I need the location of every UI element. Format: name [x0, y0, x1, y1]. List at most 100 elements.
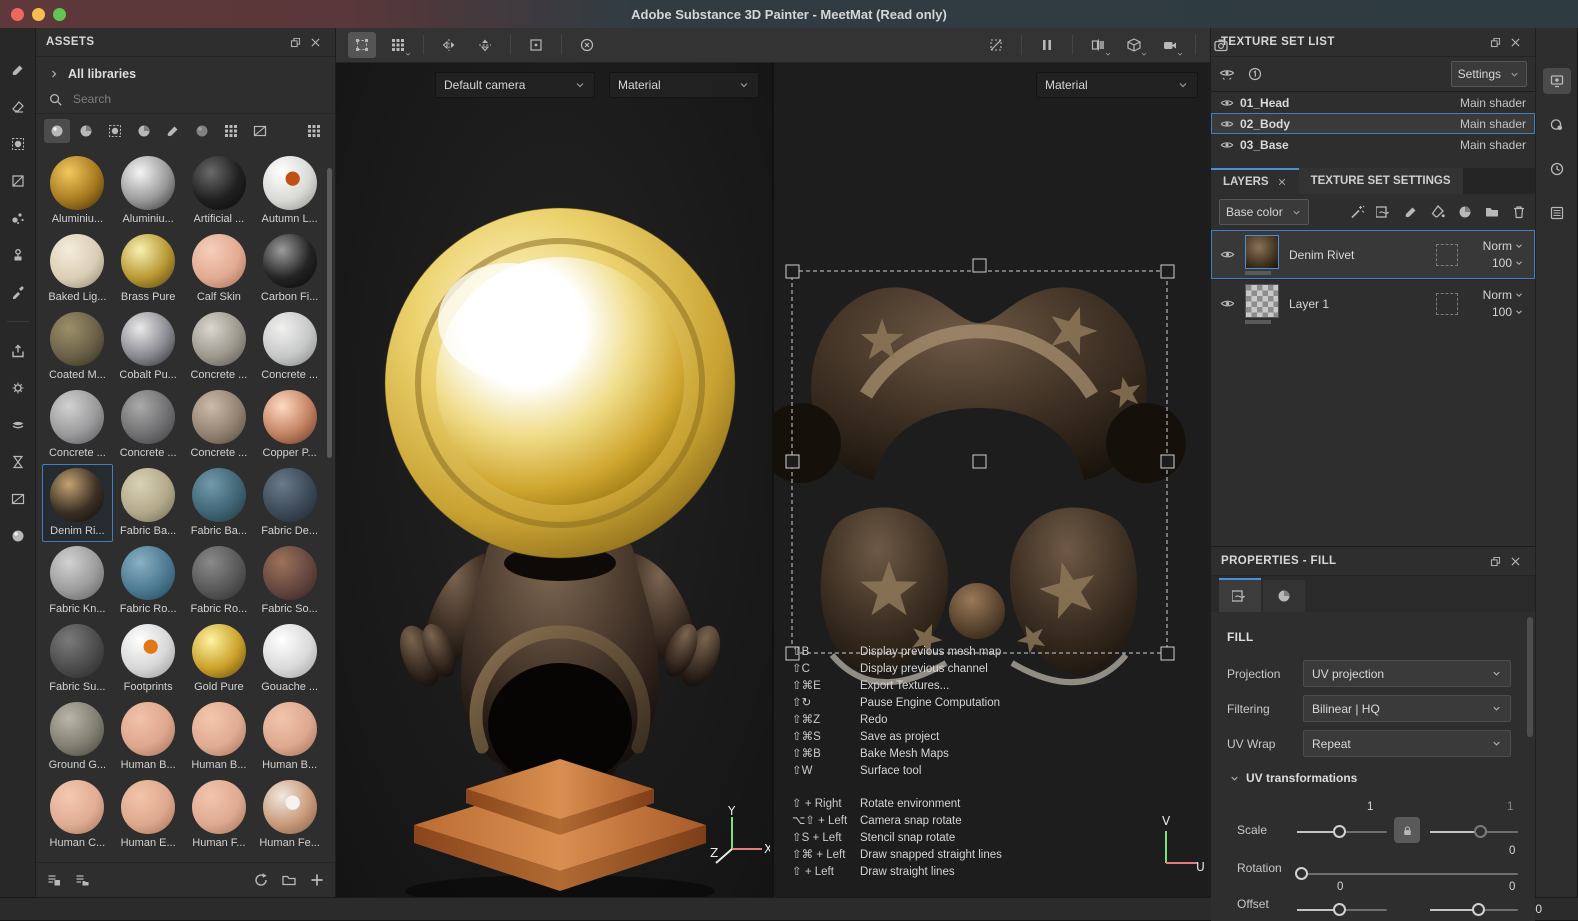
symmetry-vertical-icon[interactable] — [471, 32, 499, 58]
add-effect-icon[interactable] — [1349, 204, 1365, 220]
material-item[interactable]: Gouache ... — [254, 620, 325, 698]
layer-row[interactable]: Denim Rivet Norm 100 — [1211, 230, 1535, 279]
material-item[interactable]: Fabric De... — [254, 464, 325, 542]
close-panel-icon[interactable] — [1505, 551, 1525, 571]
material-item[interactable]: Carbon Fi... — [254, 230, 325, 308]
material-item[interactable]: Human C... — [42, 776, 113, 854]
filter-smart-masks-icon[interactable] — [102, 119, 128, 143]
layer-thumbnail[interactable] — [1245, 234, 1279, 269]
log-icon[interactable] — [1543, 200, 1571, 226]
add-fill-layer-icon[interactable] — [1376, 204, 1392, 220]
material-item[interactable]: Human B... — [184, 698, 255, 776]
toggle-all-visibility-icon[interactable] — [1219, 66, 1235, 82]
bake-pending-icon[interactable] — [5, 450, 31, 474]
add-paint-layer-icon[interactable] — [1403, 204, 1419, 220]
scale-lock-button[interactable] — [1394, 817, 1420, 843]
material-item[interactable]: Human F... — [184, 776, 255, 854]
viewport-2d[interactable]: Material ⇧B Display previous mesh map ⇧C… — [774, 63, 1210, 897]
material-item[interactable]: Fabric Ro... — [184, 542, 255, 620]
filter-materials-icon[interactable] — [44, 119, 70, 143]
channel-select[interactable]: Base color — [1219, 199, 1309, 225]
delete-layer-icon[interactable] — [1511, 204, 1527, 220]
add-mask-icon[interactable] — [1430, 204, 1446, 220]
history-icon[interactable] — [1543, 156, 1571, 182]
material-item[interactable]: Fabric Su... — [42, 620, 113, 698]
settings-gear-icon[interactable] — [5, 376, 31, 400]
filter-filters-icon[interactable] — [131, 119, 157, 143]
export-resources-icon[interactable] — [74, 872, 90, 888]
material-item[interactable]: Gold Pure — [184, 620, 255, 698]
uv-tile-mode-icon[interactable] — [384, 32, 412, 58]
reset-view-icon[interactable] — [573, 32, 601, 58]
projection-select[interactable]: UV projection — [1303, 660, 1511, 687]
material-item[interactable]: Human Fe... — [254, 776, 325, 854]
filter-alphas-icon[interactable] — [189, 119, 215, 143]
material-item[interactable]: Concrete ... — [254, 308, 325, 386]
filter-brushes-icon[interactable] — [160, 119, 186, 143]
offset-slider-u[interactable] — [1297, 903, 1387, 916]
add-smart-material-icon[interactable] — [1457, 204, 1473, 220]
paint-tool-icon[interactable] — [5, 58, 31, 82]
float-panel-icon[interactable] — [285, 32, 305, 52]
material-item[interactable]: Fabric Ro... — [113, 542, 184, 620]
opacity-select[interactable]: 100 — [1492, 256, 1524, 270]
blend-mode-select[interactable]: Norm — [1483, 288, 1524, 302]
uv-transformations-header[interactable]: UV transformations — [1229, 771, 1519, 785]
layer-mask-slot[interactable] — [1436, 243, 1458, 266]
texture-set-row[interactable]: 02_Body Main shader — [1211, 113, 1535, 134]
material-item[interactable]: Concrete ... — [184, 308, 255, 386]
visibility-eye-icon[interactable] — [1220, 138, 1234, 152]
clone-tool-icon[interactable] — [5, 243, 31, 267]
tab-material-properties[interactable] — [1263, 580, 1305, 612]
filter-smart-materials-icon[interactable] — [73, 119, 99, 143]
solo-visibility-icon[interactable] — [1247, 66, 1263, 82]
layer-thumbnail[interactable] — [1245, 283, 1279, 318]
float-panel-icon[interactable] — [1485, 551, 1505, 571]
refresh-assets-icon[interactable] — [253, 872, 269, 888]
uv-wrap-select[interactable]: Repeat — [1303, 730, 1511, 757]
new-folder-icon[interactable] — [281, 872, 297, 888]
display-settings-icon[interactable] — [1542, 68, 1571, 94]
float-panel-icon[interactable] — [1485, 32, 1505, 52]
texture-set-row[interactable]: 01_Head Main shader — [1211, 92, 1535, 113]
close-panel-icon[interactable] — [1505, 32, 1525, 52]
layer-mask-slot[interactable] — [1436, 292, 1458, 315]
rotation-slider[interactable] — [1295, 867, 1518, 880]
layer-visibility-eye-icon[interactable] — [1220, 296, 1235, 311]
material-item[interactable]: Coated M... — [42, 308, 113, 386]
material-item[interactable]: Calf Skin — [184, 230, 255, 308]
visibility-eye-icon[interactable] — [1220, 96, 1234, 110]
add-asset-icon[interactable] — [309, 872, 325, 888]
symmetry-horizontal-icon[interactable] — [435, 32, 463, 58]
material-item[interactable]: Copper P... — [254, 386, 325, 464]
library-selector[interactable]: All libraries — [36, 57, 335, 85]
pause-engine-icon[interactable] — [1033, 32, 1061, 58]
export-icon[interactable] — [5, 339, 31, 363]
scale-slider-u[interactable] — [1297, 825, 1387, 838]
display-mode-cube-icon[interactable] — [1120, 32, 1148, 58]
opacity-select[interactable]: 100 — [1492, 305, 1524, 319]
stencil-off-icon[interactable] — [982, 32, 1010, 58]
material-item[interactable]: Human B... — [113, 698, 184, 776]
material-item[interactable]: Ground G... — [42, 698, 113, 776]
filter-textures-icon[interactable] — [218, 119, 244, 143]
material-picker-tool-icon[interactable] — [5, 280, 31, 304]
shader-settings-icon[interactable] — [1543, 112, 1571, 138]
mesh-maps-icon[interactable] — [5, 413, 31, 437]
filter-environments-icon[interactable] — [247, 119, 273, 143]
texture-set-row[interactable]: 03_Base Main shader — [1211, 134, 1535, 155]
material-item[interactable]: Cobalt Pu... — [113, 308, 184, 386]
tab-layers[interactable]: LAYERS — [1211, 168, 1299, 194]
material-item[interactable]: Autumn L... — [254, 152, 325, 230]
eraser-tool-icon[interactable] — [5, 95, 31, 119]
material-item[interactable]: Concrete ... — [184, 386, 255, 464]
frame-selection-icon[interactable] — [522, 32, 550, 58]
material-item[interactable]: Concrete ... — [113, 386, 184, 464]
grid-view-icon[interactable] — [301, 119, 327, 143]
no-image-icon[interactable] — [5, 487, 31, 511]
layer-visibility-eye-icon[interactable] — [1220, 247, 1235, 262]
visibility-eye-icon[interactable] — [1220, 117, 1234, 131]
layer-row[interactable]: Layer 1 Norm 100 — [1211, 279, 1535, 328]
scale-slider-v[interactable] — [1430, 825, 1518, 838]
viewport-3d[interactable]: Default camera Material Y X Z — [336, 63, 772, 897]
